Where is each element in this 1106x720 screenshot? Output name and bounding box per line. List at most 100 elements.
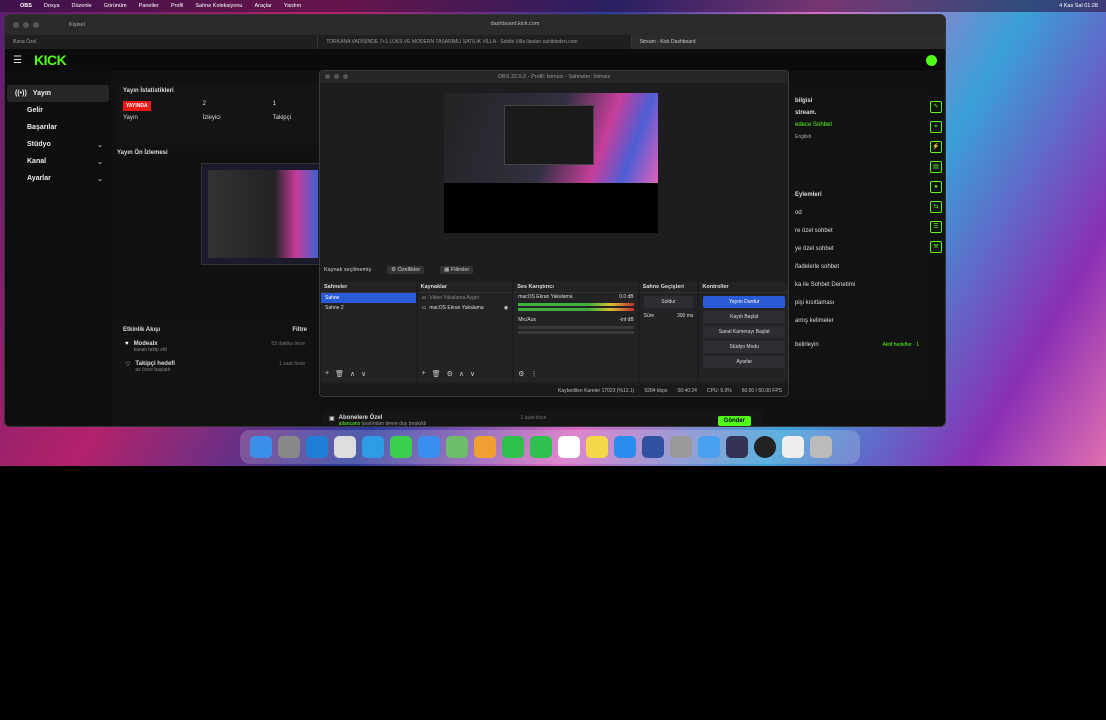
wrench-icon[interactable]: ⚒	[930, 241, 942, 253]
mixer-channel-db: 0.0 dB	[619, 294, 634, 300]
minimize-button[interactable]	[23, 22, 29, 28]
tab-villa[interactable]: TORKANA VADİSİNDE 7+1 LÜKS VE MODERN TAS…	[318, 35, 632, 49]
photos-icon[interactable]	[474, 436, 496, 458]
calendar-icon[interactable]	[558, 436, 580, 458]
address-bar[interactable]: dashboard.kick.com	[425, 21, 605, 27]
transition-select[interactable]: Soldur	[643, 296, 694, 308]
maps-icon[interactable]	[446, 436, 468, 458]
bolt-icon[interactable]: ⚡	[930, 141, 942, 153]
sidebar-item-studio[interactable]: Stüdyo ⌄	[5, 136, 111, 153]
facetime-icon[interactable]	[502, 436, 524, 458]
action-item[interactable]: belirleyin	[795, 342, 819, 348]
sidebar-item-settings[interactable]: Ayarlar ⌄	[5, 170, 111, 187]
up-icon[interactable]: ∧	[350, 370, 355, 378]
trash-icon[interactable]: 🗑	[432, 370, 441, 378]
action-item[interactable]: amış kelimeler	[791, 315, 923, 327]
preview-screen-capture	[444, 93, 658, 183]
action-item[interactable]: od	[791, 207, 923, 219]
folder-icon[interactable]	[698, 436, 720, 458]
action-item[interactable]: ka ile Sohbet Denetimi	[791, 279, 923, 291]
profile-menu[interactable]: Kişisel	[69, 22, 85, 28]
scene-item[interactable]: Sahne	[321, 293, 416, 303]
source-item[interactable]: ▭ macOS Ekran Yakalama ◉	[418, 303, 513, 313]
menubar-scene-collection[interactable]: Sahne Koleksiyonu	[195, 3, 242, 9]
sidebar-item-stream[interactable]: ((•)) Yayın	[7, 85, 109, 102]
scene-item[interactable]: Sahne 2	[321, 303, 416, 313]
action-item[interactable]: pişi kısıtlaması	[791, 297, 923, 309]
chatgpt-icon[interactable]	[334, 436, 356, 458]
preview-frame	[208, 170, 318, 258]
activity-filter-button[interactable]: Filtre	[292, 327, 307, 333]
source-item[interactable]: ▭ Video Yakalama Aygıtı	[418, 293, 513, 303]
menubar-help[interactable]: Yardım	[284, 3, 301, 9]
studio-mode-button[interactable]: Stüdyo Modu	[703, 341, 786, 353]
add-icon[interactable]: +	[325, 370, 329, 378]
edit-icon[interactable]: ✎	[930, 101, 942, 113]
action-item[interactable]: re özel sohbet	[791, 225, 923, 237]
target-icon[interactable]: ⌖	[930, 121, 942, 133]
obs-minimize-button[interactable]	[334, 74, 339, 79]
trash-icon[interactable]: 🗑	[335, 370, 344, 378]
action-item[interactable]: ifadelerle sohbet	[791, 261, 923, 273]
obs-zoom-button[interactable]	[343, 74, 348, 79]
menubar-edit[interactable]: Düzenle	[72, 3, 92, 9]
document-icon[interactable]	[782, 436, 804, 458]
list-icon[interactable]: ☰	[930, 221, 942, 233]
sidebar-item-channel[interactable]: Kanal ⌄	[5, 153, 111, 170]
add-icon[interactable]: +	[422, 370, 426, 378]
up-icon[interactable]: ∧	[459, 370, 464, 378]
swap-icon[interactable]: ⇆	[930, 201, 942, 213]
close-button[interactable]	[13, 22, 19, 28]
vscode-icon[interactable]	[306, 436, 328, 458]
mail-icon[interactable]	[418, 436, 440, 458]
app-icon[interactable]	[726, 436, 748, 458]
kick-logo[interactable]: KICK	[34, 52, 67, 68]
down-icon[interactable]: ∨	[361, 370, 366, 378]
phone-icon[interactable]	[530, 436, 552, 458]
down-icon[interactable]: ∨	[470, 370, 475, 378]
more-icon[interactable]: ⋮	[530, 370, 537, 378]
subs-user[interactable]: altancans	[339, 421, 360, 426]
sidebar-item-achievements[interactable]: Başarılar	[5, 119, 111, 136]
gear-icon[interactable]: ⚙	[518, 370, 524, 378]
filters-button[interactable]: ▦ Filtreler	[440, 266, 474, 274]
trash-icon[interactable]	[810, 436, 832, 458]
properties-button[interactable]: ⚙ Özellikler	[387, 266, 425, 274]
tab-kick-dashboard[interactable]: Stream - Kick Dashboard	[631, 35, 945, 49]
menu-icon[interactable]: ☰	[13, 55, 22, 66]
doc-icon[interactable]: ▤	[930, 161, 942, 173]
scenes-title: Sahneler	[321, 282, 416, 293]
chat-icon[interactable]: ●	[930, 181, 942, 193]
start-recording-button[interactable]: Kaydı Başlat	[703, 311, 786, 323]
appstore-icon[interactable]	[614, 436, 636, 458]
duration-input[interactable]: 300 ms	[677, 313, 693, 319]
settings-icon[interactable]	[670, 436, 692, 458]
stream-preview[interactable]	[201, 163, 325, 265]
notes-icon[interactable]	[586, 436, 608, 458]
action-item[interactable]: ye özel sohbet	[791, 243, 923, 255]
gear-icon[interactable]: ⚙	[447, 370, 453, 378]
stop-stream-button[interactable]: Yayını Durdur	[703, 296, 786, 308]
obs-close-button[interactable]	[325, 74, 330, 79]
send-button[interactable]: Gönder	[717, 416, 751, 426]
menubar-app[interactable]: OBS	[20, 3, 32, 9]
menubar-docks[interactable]: Paneller	[139, 3, 159, 9]
menubar-file[interactable]: Dosya	[44, 3, 60, 9]
app-icon[interactable]	[642, 436, 664, 458]
messages-icon[interactable]	[390, 436, 412, 458]
settings-button[interactable]: Ayarlar	[703, 356, 786, 368]
menubar-view[interactable]: Görünüm	[104, 3, 127, 9]
menubar-tools[interactable]: Araçlar	[254, 3, 271, 9]
zoom-button[interactable]	[33, 22, 39, 28]
start-virtual-camera-button[interactable]: Sanal Kamerayı Başlat	[703, 326, 786, 338]
avatar[interactable]	[926, 54, 937, 66]
obs-preview-canvas[interactable]	[444, 93, 658, 233]
menubar-profile[interactable]: Profil	[171, 3, 184, 9]
obs-icon[interactable]	[754, 436, 776, 458]
launchpad-icon[interactable]	[278, 436, 300, 458]
sidebar-item-revenue[interactable]: Gelir	[5, 102, 111, 119]
finder-icon[interactable]	[250, 436, 272, 458]
tab-private[interactable]: Bana Özel	[5, 35, 319, 49]
eye-icon[interactable]: ◉	[504, 305, 508, 311]
safari-icon[interactable]	[362, 436, 384, 458]
